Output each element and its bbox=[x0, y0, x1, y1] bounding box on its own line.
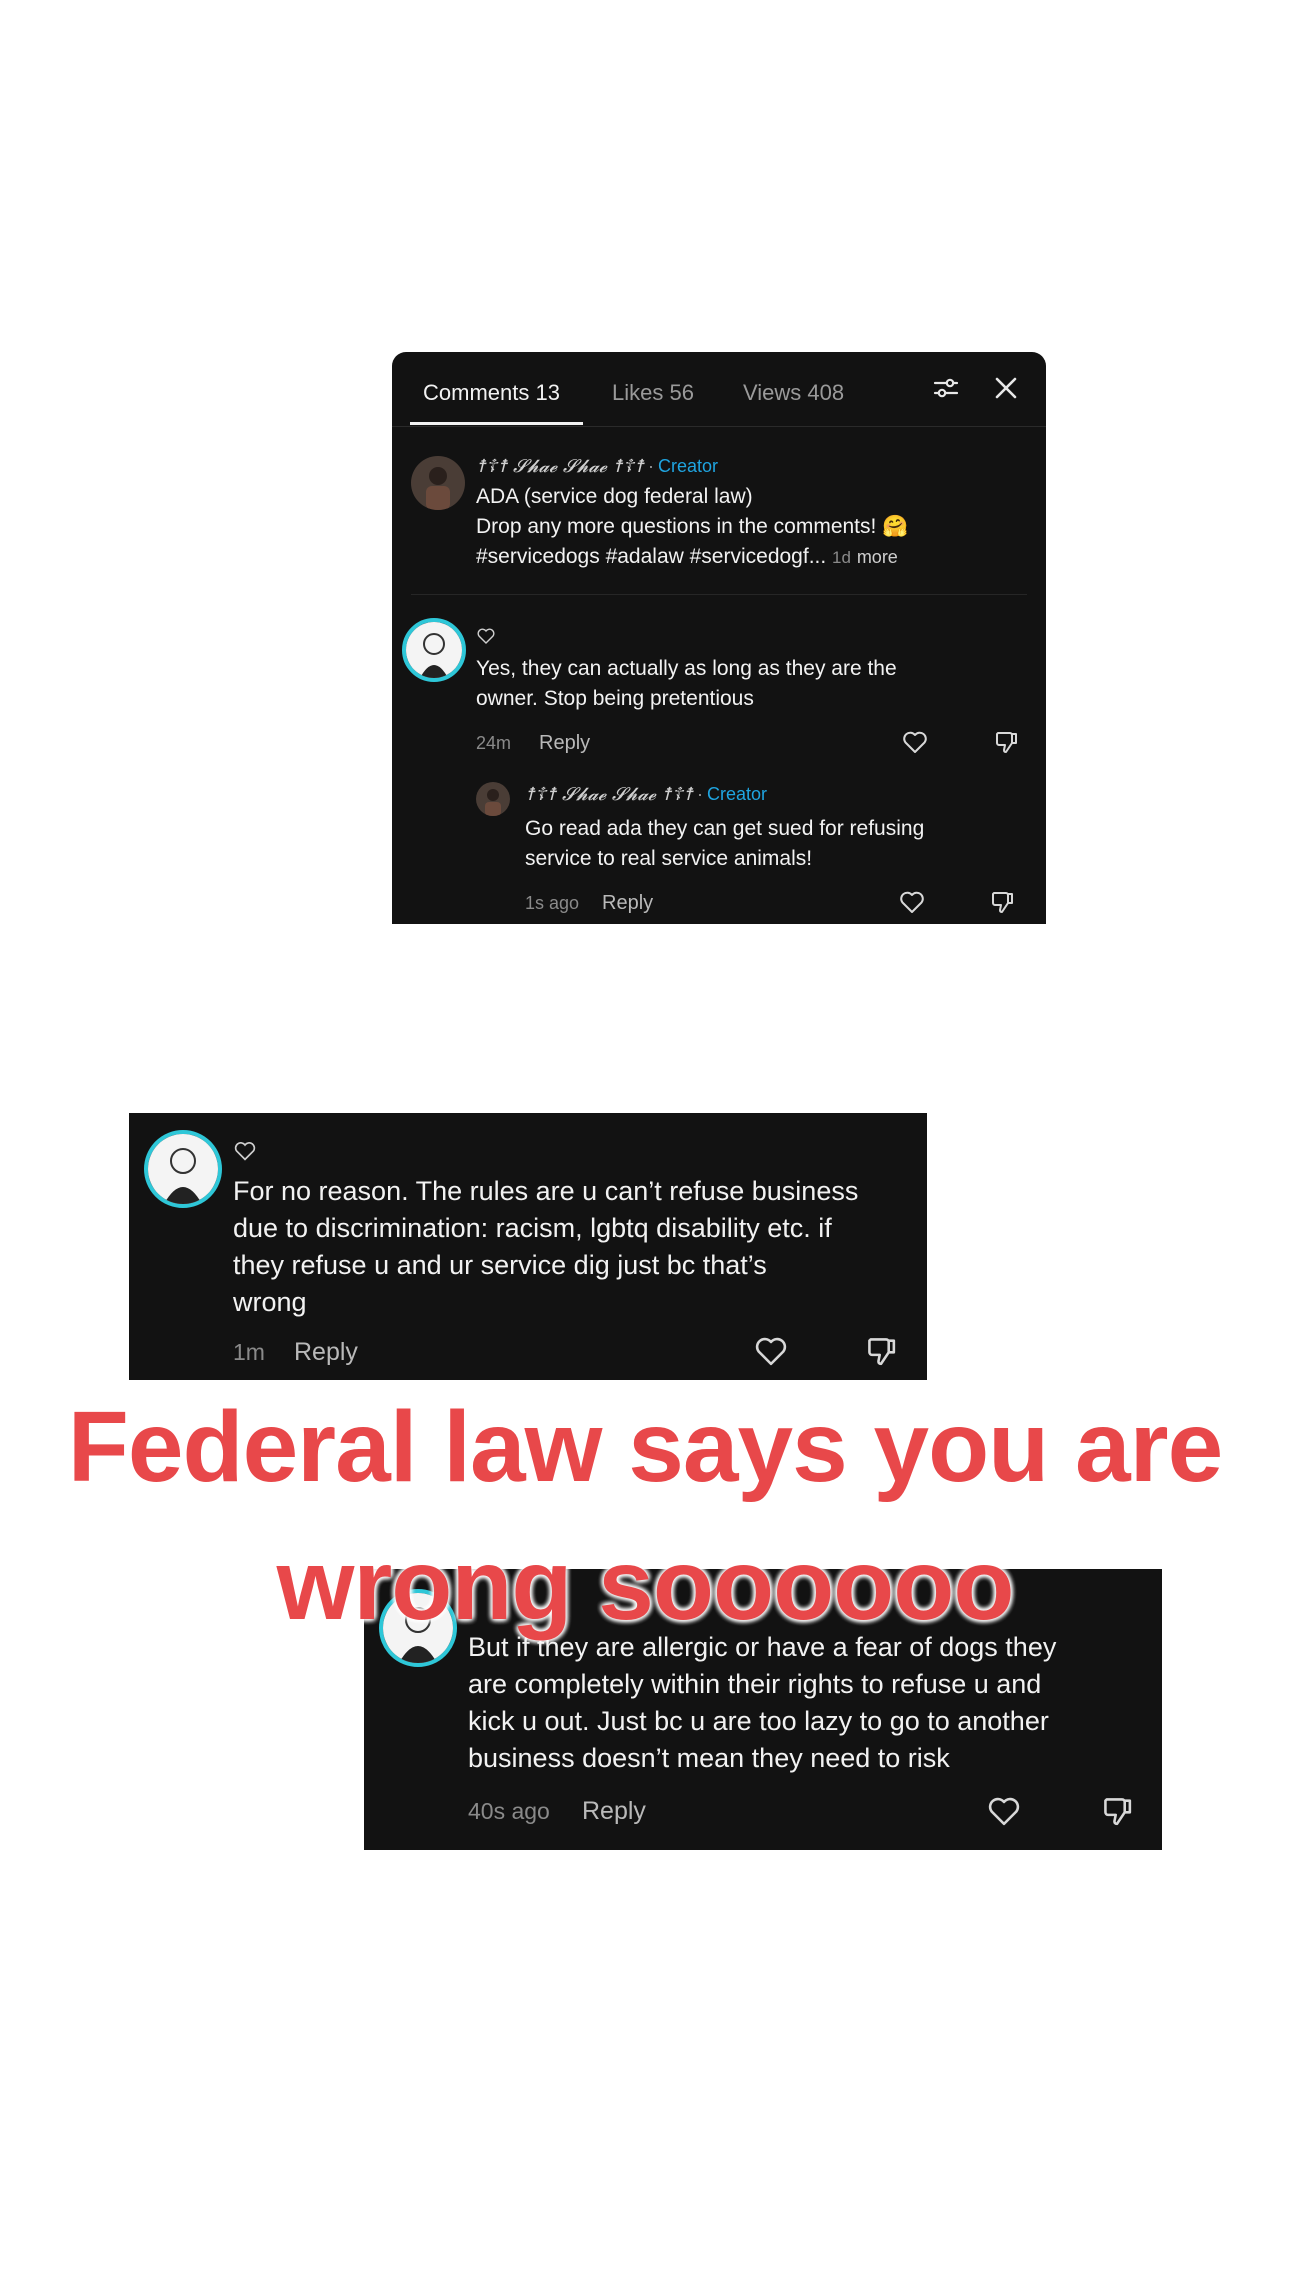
tab-likes[interactable]: Likes 56 bbox=[612, 380, 694, 406]
reply-button[interactable]: Reply bbox=[294, 1338, 358, 1367]
tab-views[interactable]: Views 408 bbox=[743, 380, 844, 406]
more-link[interactable]: more bbox=[857, 547, 898, 567]
overlay-caption-line-2: wrong soooooo bbox=[276, 1529, 1015, 1641]
reply-time: 1s ago bbox=[525, 893, 580, 913]
creator-badge: Creator bbox=[657, 456, 719, 476]
comments-panel: Comments 13 Likes 56 Views 408 ☨☦☨ 𝓢𝓱𝓪𝓮 … bbox=[392, 352, 1046, 924]
overlay-caption-line-1: Federal law says you are bbox=[67, 1391, 1223, 1503]
dislike-icon[interactable] bbox=[992, 728, 1020, 756]
like-heart-icon[interactable] bbox=[901, 728, 929, 756]
tab-comments[interactable]: Comments 13 bbox=[423, 380, 560, 406]
creator-post-text: ADA (service dog federal law) Drop any m… bbox=[476, 485, 909, 568]
comment-text: But if they are allergic or have a fear … bbox=[468, 1632, 1057, 1773]
divider bbox=[411, 594, 1027, 595]
comment-time: 24m bbox=[476, 733, 512, 753]
comment-text: Yes, they can actually as long as they a… bbox=[476, 657, 897, 710]
dislike-icon[interactable] bbox=[1099, 1793, 1135, 1829]
small-heart-icon bbox=[477, 628, 495, 644]
creator-reply-text: Go read ada they can get sued for refusi… bbox=[525, 817, 925, 870]
creator-reply-badge: Creator bbox=[706, 784, 768, 804]
creator-avatar[interactable] bbox=[411, 456, 465, 510]
like-heart-icon[interactable] bbox=[898, 888, 926, 916]
creator-name[interactable]: ☨☦☨ 𝓢𝓱𝓪𝓮 𝓢𝓱𝓪𝓮 ☨☦☨ · Creator bbox=[476, 456, 718, 477]
creator-reply-name[interactable]: ☨☦☨ 𝓢𝓱𝓪𝓮 𝓢𝓱𝓪𝓮 ☨☦☨ · Creator bbox=[525, 784, 767, 805]
creator-reply-avatar[interactable] bbox=[476, 782, 510, 816]
tab-bar: Comments 13 Likes 56 Views 408 bbox=[392, 352, 1046, 427]
comment-time: 40s ago bbox=[468, 1798, 550, 1824]
comment-time: 1m bbox=[233, 1339, 265, 1365]
active-tab-indicator bbox=[410, 422, 583, 425]
close-icon[interactable] bbox=[990, 372, 1022, 404]
reply-button[interactable]: Reply bbox=[539, 732, 590, 755]
comment-card: For no reason. The rules are u can’t ref… bbox=[129, 1113, 927, 1380]
small-heart-icon bbox=[234, 1142, 256, 1161]
like-heart-icon[interactable] bbox=[986, 1793, 1022, 1829]
commenter-avatar[interactable] bbox=[402, 618, 466, 682]
comment-text: For no reason. The rules are u can’t ref… bbox=[233, 1176, 859, 1317]
like-heart-icon[interactable] bbox=[753, 1333, 789, 1369]
reply-button[interactable]: Reply bbox=[582, 1797, 646, 1826]
dislike-icon[interactable] bbox=[863, 1333, 899, 1369]
reply-button[interactable]: Reply bbox=[602, 892, 653, 915]
commenter-avatar[interactable] bbox=[144, 1130, 222, 1208]
dislike-icon[interactable] bbox=[988, 888, 1016, 916]
filter-icon[interactable] bbox=[930, 372, 962, 404]
post-time: 1d bbox=[832, 548, 851, 567]
